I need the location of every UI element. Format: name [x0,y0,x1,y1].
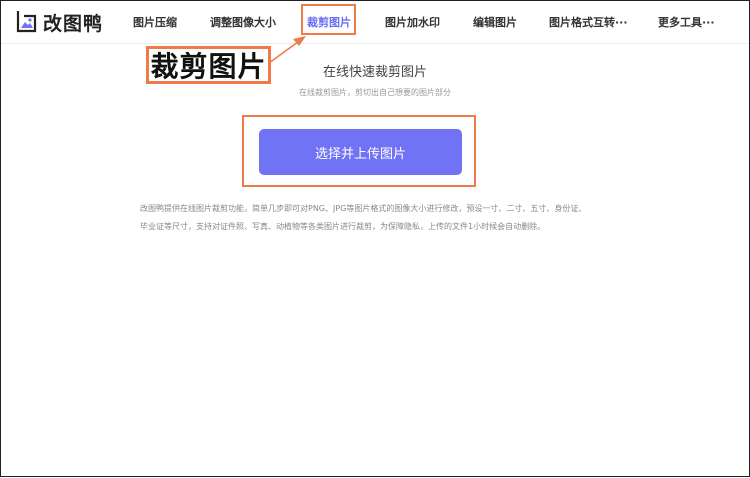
nav-item-watermark[interactable]: 图片加水印 [385,14,440,30]
top-navbar: 改图鸭 图片压缩 调整图像大小 裁剪图片 图片加水印 编辑图片 图片格式互转··… [1,1,749,44]
page-subtitle: 在线裁剪图片，剪切出自己想要的图片部分 [299,88,451,97]
logo-text: 改图鸭 [43,12,104,35]
nav-highlight-box [301,4,356,35]
logo[interactable]: 改图鸭 [13,9,103,35]
nav-item-compress[interactable]: 图片压缩 [133,14,177,30]
nav-item-format-convert[interactable]: 图片格式互转··· [549,14,628,30]
nav-item-edit[interactable]: 编辑图片 [473,14,517,30]
page-title: 在线快速裁剪图片 [322,65,427,80]
nav-item-more-tools[interactable]: 更多工具··· [658,14,715,30]
app-window: 改图鸭 图片压缩 调整图像大小 裁剪图片 图片加水印 编辑图片 图片格式互转··… [0,0,750,477]
nav-item-resize[interactable]: 调整图像大小 [210,14,276,30]
logo-icon [16,11,37,33]
tool-description: 改图鸭提供在线图片裁剪功能，简单几步即可对PNG、JPG等图片格式的图像大小进行… [140,204,587,231]
upload-image-button[interactable]: 选择并上传图片 [259,129,462,175]
